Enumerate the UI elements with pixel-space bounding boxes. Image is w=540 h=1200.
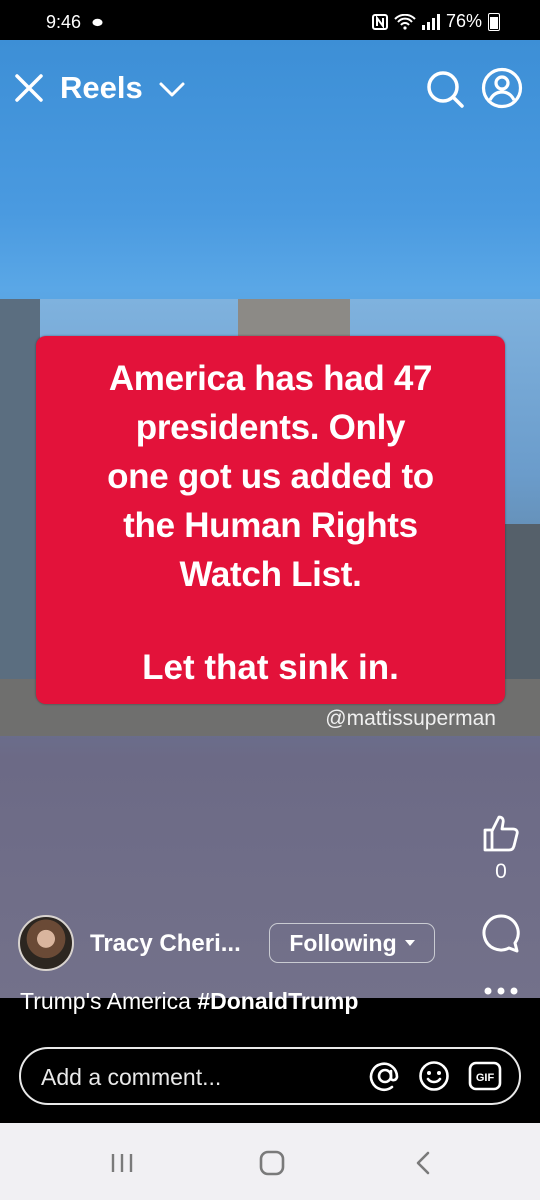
signal-icon (421, 13, 440, 30)
status-right: 76% (371, 11, 500, 32)
emoji-icon[interactable] (418, 1060, 450, 1092)
like-icon[interactable] (481, 813, 521, 853)
comment-placeholder: Add a comment... (41, 1064, 222, 1090)
page-title[interactable]: Reels (60, 70, 143, 106)
mention-icon[interactable] (369, 1060, 401, 1092)
caption: Trump's America #DonaldTrump (20, 988, 358, 1015)
reels-header: Reels (0, 40, 540, 130)
card-footer: Let that sink in. (142, 648, 399, 687)
card-line: America has had 47 (108, 359, 433, 398)
cloud-icon (92, 18, 103, 27)
watermark: @mattissuperman (325, 707, 496, 730)
search-icon[interactable] (425, 69, 465, 109)
wifi-icon (394, 13, 416, 30)
back-icon[interactable] (413, 1151, 433, 1175)
card-line: Watch List. (179, 555, 362, 594)
caption-text: Trump's America (20, 988, 198, 1014)
text-card: America has had 47 presidents. Only one … (36, 336, 505, 704)
reel-video[interactable]: America has had 47 presidents. Only one … (0, 299, 540, 736)
svg-text:GIF: GIF (476, 1072, 495, 1084)
building (0, 299, 40, 736)
author (18, 915, 74, 971)
profile-icon[interactable] (481, 67, 523, 109)
battery-icon (488, 12, 500, 31)
system-nav-bar (0, 1123, 540, 1200)
card-line: presidents. Only (135, 408, 406, 447)
nfc-icon (371, 13, 388, 30)
following-label: Following (289, 929, 397, 956)
card-text: America has had 47 presidents. Only one … (36, 354, 505, 599)
close-icon[interactable] (14, 73, 44, 103)
building (238, 299, 350, 339)
gif-icon[interactable]: GIF (468, 1061, 502, 1091)
recent-apps-icon[interactable] (110, 1152, 134, 1174)
hashtag-link[interactable]: #DonaldTrump (197, 988, 358, 1014)
following-button[interactable]: Following (269, 923, 435, 963)
status-bar: 9:46 76% (0, 0, 540, 40)
comment-icon[interactable] (481, 913, 521, 953)
avatar[interactable] (18, 915, 74, 971)
comment-input[interactable]: Add a comment... GIF (19, 1047, 521, 1105)
more-icon[interactable] (482, 985, 520, 997)
card-line: one got us added to (107, 457, 434, 496)
like-count: 0 (495, 860, 507, 883)
chevron-down-icon[interactable] (158, 77, 186, 101)
home-icon[interactable] (258, 1150, 286, 1176)
author-name[interactable]: Tracy Cheri... (90, 930, 241, 958)
status-time: 9:46 (46, 12, 82, 32)
card-line: the Human Rights (123, 506, 418, 545)
battery-percent: 76% (445, 11, 482, 31)
caret-down-icon (404, 940, 415, 946)
